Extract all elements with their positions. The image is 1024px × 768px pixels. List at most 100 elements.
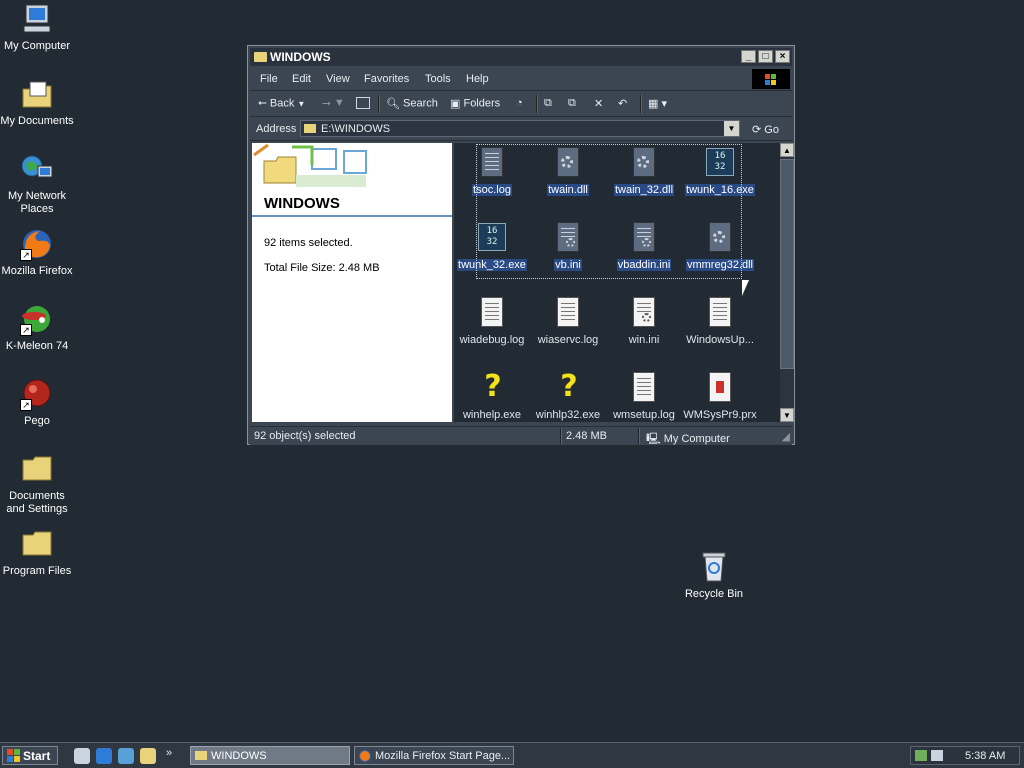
status-object-count: 92 object(s) selected — [254, 430, 356, 442]
clock[interactable]: 5:38 AM — [965, 750, 1005, 762]
desktop-icon-documents-and-settings[interactable]: Documents and Settings — [0, 452, 74, 516]
menu-edit[interactable]: Edit — [292, 73, 311, 85]
up-folder-button[interactable] — [356, 97, 370, 110]
address-input[interactable]: E:\WINDOWS ▼ — [300, 120, 740, 137]
history-button[interactable]: ◔ — [516, 97, 523, 109]
menu-view[interactable]: View — [326, 73, 350, 85]
file-name: WindowsUp... — [686, 334, 754, 346]
menu-help[interactable]: Help — [466, 73, 489, 85]
status-separator — [560, 428, 562, 444]
desktop-icon-program-files[interactable]: Program Files — [0, 527, 74, 578]
menu-file[interactable]: File — [260, 73, 278, 85]
scroll-up-button[interactable]: ▲ — [780, 143, 794, 157]
file-item[interactable]: 16 32 twunk_16.exe — [682, 147, 758, 196]
file-name: wiadebug.log — [459, 334, 525, 346]
desktop-icon-recycle-bin[interactable]: Recycle Bin — [677, 550, 751, 601]
media-doc-icon — [704, 372, 736, 404]
menu-favorites[interactable]: Favorites — [364, 73, 409, 85]
go-arrow-icon: ⟳ — [752, 124, 762, 136]
desktop-icon-my-network-places[interactable]: My Network Places — [0, 152, 74, 216]
start-label: Start — [23, 749, 51, 763]
resize-grip-icon[interactable]: ◢ — [782, 430, 790, 443]
file-item[interactable]: twain_32.dll — [606, 147, 682, 196]
move-to-button[interactable]: ⧉ — [544, 97, 552, 110]
task-label: WINDOWS — [211, 750, 267, 762]
delete-icon: ✕ — [594, 98, 604, 110]
text-doc-icon — [476, 297, 508, 329]
copy-to-icon: ⧉ — [568, 97, 576, 109]
address-dropdown-button[interactable]: ▼ — [724, 121, 739, 136]
dll-gear-icon — [628, 147, 660, 179]
desktop-icon-my-computer[interactable]: My Computer — [0, 2, 74, 53]
file-item[interactable]: 16 32 twunk_32.exe — [454, 222, 530, 271]
vertical-scrollbar[interactable]: ▲ ▼ — [780, 143, 794, 422]
tray-monitor-icon[interactable] — [931, 750, 943, 761]
quick-launch-search-icon[interactable] — [140, 748, 156, 764]
file-item[interactable]: vb.ini — [530, 222, 606, 271]
maximize-button[interactable]: □ — [758, 50, 773, 63]
copy-to-button[interactable]: ⧉ — [568, 97, 576, 110]
file-item[interactable]: wmsetup.log — [606, 372, 682, 421]
undo-icon: ↶ — [618, 98, 628, 110]
file-item[interactable]: twain.dll — [530, 147, 606, 196]
desktop-icon-pego[interactable]: ↗ Pego — [0, 377, 74, 428]
taskbar-button-firefox[interactable]: Mozilla Firefox Start Page... — [354, 746, 514, 765]
undo-button[interactable]: ↶ — [618, 97, 627, 110]
file-item[interactable]: vbaddin.ini — [606, 222, 682, 271]
go-label: Go — [764, 124, 779, 136]
folder-icon — [254, 52, 267, 62]
status-bar: 92 object(s) selected 2.48 MB 🖳︎ My Comp… — [250, 426, 792, 445]
delete-button[interactable]: ✕ — [594, 97, 603, 110]
web-view-pane: WINDOWS 92 items selected. Total File Si… — [252, 143, 452, 422]
forward-button[interactable]: ⭢ ▼ — [322, 97, 345, 110]
file-item[interactable]: ? winhlp32.exe — [530, 372, 606, 422]
folders-button[interactable]: ▣ Folders — [450, 97, 500, 110]
file-item[interactable]: ? winhelp.exe — [454, 372, 530, 422]
folders-icon: ▣ — [450, 98, 461, 110]
recycle-bin-icon — [697, 550, 731, 584]
file-item[interactable]: win.ini — [606, 297, 682, 346]
desktop-icon-my-documents[interactable]: My Documents — [0, 77, 74, 128]
quick-launch-desktop-icon[interactable] — [74, 748, 90, 764]
explorer-window[interactable]: WINDOWS _ □ × File Edit View Favorites T… — [247, 45, 795, 445]
search-button[interactable]: 🔍︎ Search — [386, 97, 438, 110]
quick-launch-overflow-icon[interactable]: » — [166, 747, 172, 759]
file-name: win.ini — [628, 334, 660, 346]
quick-launch-ie-icon[interactable] — [96, 748, 112, 764]
scroll-thumb[interactable] — [780, 159, 794, 369]
ini-icon — [628, 297, 660, 329]
file-item[interactable]: WMSysPr9.prx — [682, 372, 758, 421]
file-item[interactable]: tsoc.log — [454, 147, 530, 196]
file-item[interactable]: wiaservc.log — [530, 297, 606, 346]
taskbar-button-windows[interactable]: WINDOWS — [190, 746, 350, 765]
k-meleon-icon: ↗ — [20, 302, 54, 336]
views-button[interactable]: ▦ ▾ — [648, 97, 667, 110]
file-item[interactable]: wiadebug.log — [454, 297, 530, 346]
file-list[interactable]: tsoc.log twain.dll twain_32.dll 16 32 twu… — [454, 143, 780, 422]
scroll-down-button[interactable]: ▼ — [780, 408, 794, 422]
quick-launch-network-icon[interactable] — [118, 748, 134, 764]
firefox-icon: ↗ — [20, 227, 54, 261]
back-button[interactable]: ⭠ Back ▼ — [258, 97, 305, 110]
title-bar[interactable]: WINDOWS _ □ × — [250, 48, 792, 66]
desktop-icon-k-meleon[interactable]: ↗ K-Meleon 74 — [0, 302, 74, 353]
tray-network-icon[interactable] — [915, 750, 927, 761]
back-label: Back — [269, 97, 295, 110]
go-button[interactable]: ⟳ Go — [752, 123, 779, 136]
status-zone: 🖳︎ My Computer — [646, 430, 730, 449]
menu-bar: File Edit View Favorites Tools Help — [250, 68, 792, 91]
recycle-bin-label: Recycle Bin — [684, 588, 744, 600]
start-button[interactable]: Start — [2, 746, 58, 765]
menu-tools[interactable]: Tools — [425, 73, 451, 85]
file-item[interactable]: vmmreg32.dll — [682, 222, 758, 271]
window-title: WINDOWS — [270, 50, 331, 64]
selected-count: 92 items selected. — [264, 237, 353, 249]
minimize-button[interactable]: _ — [741, 50, 756, 63]
close-button[interactable]: × — [775, 50, 790, 63]
network-icon — [20, 152, 54, 186]
toolbar-separator — [536, 95, 538, 113]
desktop-icon-mozilla-firefox[interactable]: ↗ Mozilla Firefox — [0, 227, 74, 278]
address-label: Address — [256, 123, 297, 135]
back-arrow-icon: ⭠ — [258, 97, 267, 109]
file-item[interactable]: WindowsUp... — [682, 297, 758, 346]
